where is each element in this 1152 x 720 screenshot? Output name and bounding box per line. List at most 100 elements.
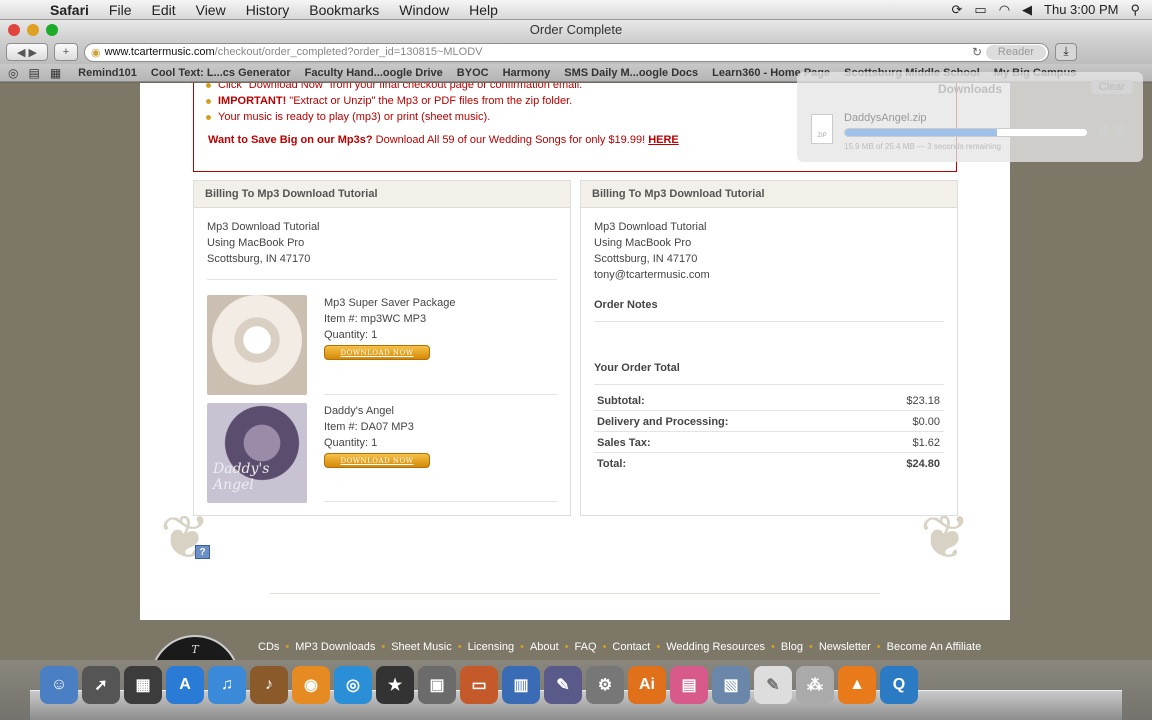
app-store-icon[interactable]: A xyxy=(166,666,204,704)
bookmarks-book-icon[interactable]: ▤ xyxy=(28,66,39,80)
safari-icon[interactable]: ◎ xyxy=(334,666,372,704)
menu-view[interactable]: View xyxy=(186,2,236,18)
site-logo[interactable]: T xyxy=(150,635,240,660)
item-number: Item #: DA07 MP3 xyxy=(324,421,414,433)
iphoto-icon[interactable]: ▣ xyxy=(418,666,456,704)
volume-icon[interactable]: ◀ xyxy=(1022,2,1032,18)
item-name: Mp3 Super Saver Package xyxy=(324,297,456,309)
top-sites-icon[interactable]: ▦ xyxy=(50,66,61,80)
bookmark-item[interactable]: SMS Daily M...oogle Docs xyxy=(557,67,705,79)
customer-address: Mp3 Download Tutorial Using MacBook Pro … xyxy=(594,221,710,281)
downloads-button[interactable]: ⤓ xyxy=(1055,43,1077,61)
download-status: 15.9 MB of 25.4 MB — 3 seconds remaining xyxy=(844,142,1001,151)
reader-button[interactable]: Reader xyxy=(985,44,1046,60)
stop-download-icon[interactable] xyxy=(1097,124,1110,137)
inkscape-icon[interactable]: ✎ xyxy=(544,666,582,704)
customer-email: tony@tcartermusic.com xyxy=(594,269,710,281)
download-filename[interactable]: DaddysAngel.zip xyxy=(844,112,927,124)
footer-link[interactable]: Wedding Resources xyxy=(666,641,765,653)
order-total-heading: Your Order Total xyxy=(594,362,680,374)
forward-icon[interactable]: ▶ xyxy=(29,46,37,59)
footer-link[interactable]: Licensing xyxy=(468,641,514,653)
product-image-text: Daddy's Angel xyxy=(213,461,270,493)
zoom-window-button[interactable] xyxy=(46,24,58,36)
menu-file[interactable]: File xyxy=(99,2,142,18)
footer-link[interactable]: About xyxy=(530,641,559,653)
garageband-icon[interactable]: ♪ xyxy=(250,666,288,704)
footer-divider xyxy=(270,593,880,594)
menu-window[interactable]: Window xyxy=(389,2,459,18)
menu-bookmarks[interactable]: Bookmarks xyxy=(299,2,389,18)
wifi-icon[interactable]: ◠ xyxy=(999,2,1010,18)
bookmark-item[interactable]: Cool Text: L...cs Generator xyxy=(144,67,298,79)
download-arrow-icon: ⤓ xyxy=(1063,44,1069,58)
sync-icon[interactable]: ⟳ xyxy=(951,2,962,18)
summary-row-delivery: Delivery and Processing: $0.00 xyxy=(597,416,940,428)
menu-help[interactable]: Help xyxy=(459,2,508,18)
footer-link[interactable]: Become An Affiliate xyxy=(887,641,982,653)
menu-clock[interactable]: Thu 3:00 PM xyxy=(1044,2,1118,17)
battery-icon[interactable]: ▭ xyxy=(974,2,986,18)
textedit-icon[interactable]: ✎ xyxy=(754,666,792,704)
minimize-window-button[interactable] xyxy=(27,24,39,36)
summary-row-subtotal: Subtotal: $23.18 xyxy=(597,395,940,407)
dock: ☺ ➚ ▦ A ♫ ♪ ◉ ◎ ★ ▣ ▭ ▥ ✎ ⚙ Ai ▤ ▧ ✎ ⁂ ▲… xyxy=(0,660,1152,720)
billing-panel-header: Billing To Mp3 Download Tutorial xyxy=(194,181,570,208)
spotlight-icon[interactable]: ⚲ xyxy=(1130,2,1140,18)
photo-booth-icon[interactable]: ◉ xyxy=(292,666,330,704)
clear-downloads-button[interactable]: Clear xyxy=(1090,80,1133,94)
reading-list-icon[interactable]: ◎ xyxy=(8,66,18,80)
address-bar[interactable]: ◉ www.tcartermusic.com/checkout/order_co… xyxy=(84,42,1049,62)
promo-here-link[interactable]: HERE xyxy=(648,134,679,146)
menu-app[interactable]: Safari xyxy=(40,2,99,18)
bookmark-item[interactable]: Faculty Hand...oogle Drive xyxy=(298,67,450,79)
reveal-in-finder-icon[interactable] xyxy=(1114,124,1127,137)
back-forward-buttons[interactable]: ◀ ▶ xyxy=(6,43,48,61)
summary-panel-header: Billing To Mp3 Download Tutorial xyxy=(581,181,957,208)
footer-link[interactable]: MP3 Downloads xyxy=(295,641,375,653)
launchpad-icon[interactable]: ➚ xyxy=(82,666,120,704)
numbers-icon[interactable]: ▥ xyxy=(502,666,540,704)
menu-bar: Safari File Edit View History Bookmarks … xyxy=(0,0,1152,20)
site-icon: ◉ xyxy=(91,46,101,59)
footer-link[interactable]: Contact xyxy=(612,641,650,653)
finder-icon[interactable]: ☺ xyxy=(40,666,78,704)
mission-control-icon[interactable]: ▦ xyxy=(124,666,162,704)
quicktime-icon[interactable]: Q xyxy=(880,666,918,704)
billing-panel: Billing To Mp3 Download Tutorial Mp3 Dow… xyxy=(193,180,571,516)
promo-text: Want to Save Big on our Mp3s? Download A… xyxy=(208,134,679,146)
keynote-icon[interactable]: ▭ xyxy=(460,666,498,704)
summary-row-total: Total: $24.80 xyxy=(597,458,940,470)
order-summary-panel: Billing To Mp3 Download Tutorial Mp3 Dow… xyxy=(580,180,958,516)
reload-icon[interactable]: ↻ xyxy=(972,45,982,59)
bookmark-item[interactable]: Remind101 xyxy=(71,67,144,79)
bookmark-item[interactable]: Harmony xyxy=(496,67,558,79)
order-item: Daddy's Angel Item #: DA07 MP3 Quantity:… xyxy=(324,403,430,468)
back-icon[interactable]: ◀ xyxy=(17,46,25,59)
order-notes-heading: Order Notes xyxy=(594,299,658,311)
itunes-icon[interactable]: ♫ xyxy=(208,666,246,704)
activity-icon[interactable]: ⁂ xyxy=(796,666,834,704)
footer-link[interactable]: Newsletter xyxy=(819,641,871,653)
menu-edit[interactable]: Edit xyxy=(141,2,185,18)
footer-link[interactable]: FAQ xyxy=(575,641,597,653)
help-icon[interactable]: ? xyxy=(195,545,210,559)
download-now-button[interactable]: DOWNLOAD NOW xyxy=(324,453,430,468)
browser-toolbar: ◀ ▶ + ◉ www.tcartermusic.com/checkout/or… xyxy=(0,40,1152,64)
menu-history[interactable]: History xyxy=(236,2,300,18)
new-tab-button[interactable]: + xyxy=(54,43,78,61)
imovie-icon[interactable]: ★ xyxy=(376,666,414,704)
vlc-icon[interactable]: ▲ xyxy=(838,666,876,704)
footer-link[interactable]: Sheet Music xyxy=(391,641,452,653)
close-window-button[interactable] xyxy=(8,24,20,36)
photo-app-icon[interactable]: ▤ xyxy=(670,666,708,704)
footer-link[interactable]: Blog xyxy=(781,641,803,653)
image-capture-icon[interactable]: ▧ xyxy=(712,666,750,704)
download-now-button[interactable]: DOWNLOAD NOW xyxy=(324,345,430,360)
system-preferences-icon[interactable]: ⚙ xyxy=(586,666,624,704)
illustrator-icon[interactable]: Ai xyxy=(628,666,666,704)
zip-file-icon[interactable]: ZIP xyxy=(811,114,833,144)
footer-link[interactable]: CDs xyxy=(258,641,279,653)
divider xyxy=(594,384,944,385)
bookmark-item[interactable]: BYOC xyxy=(450,67,496,79)
